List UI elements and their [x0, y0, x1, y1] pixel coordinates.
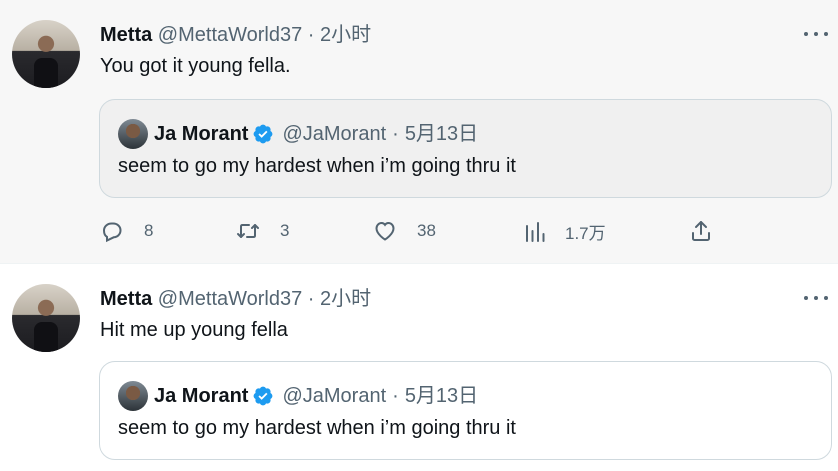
more-options-icon[interactable]: [804, 24, 828, 44]
share-icon: [692, 221, 710, 241]
separator: ·: [307, 288, 315, 310]
quoted-tweet-text: seem to go my hardest when i’m going thr…: [118, 417, 516, 439]
like-button[interactable]: 38: [373, 219, 436, 243]
separator: ·: [392, 123, 399, 145]
reply-button[interactable]: 8: [100, 219, 153, 243]
quoted-avatar: [118, 119, 148, 149]
retweet-button[interactable]: 3: [236, 219, 289, 243]
verified-badge-icon: [254, 124, 273, 144]
more-options-icon[interactable]: [804, 288, 828, 308]
tweet-text: Hit me up young fella: [100, 319, 288, 341]
tweet-header: Metta @MettaWorld37 · 2小时: [100, 286, 371, 312]
verified-badge-icon: [254, 386, 273, 406]
quoted-tweet-header: Ja Morant @JaMorant · 5月13日: [118, 119, 478, 149]
analytics-icon: [526, 221, 545, 242]
like-count: 38: [417, 221, 436, 240]
tweet-text: You got it young fella.: [100, 55, 291, 77]
separator: ·: [392, 385, 399, 407]
tweet-actions: 8 3 38 1.7万: [100, 219, 820, 245]
retweet-count: 3: [280, 221, 290, 240]
quoted-author-handle: @JaMorant: [282, 123, 387, 145]
author-name[interactable]: Metta: [100, 24, 152, 46]
reply-icon: [102, 222, 122, 243]
quoted-tweet[interactable]: Ja Morant @JaMorant · 5月13日 seem to go m…: [99, 361, 832, 460]
avatar[interactable]: [12, 284, 80, 352]
author-name[interactable]: Metta: [100, 288, 152, 310]
retweet-icon: [237, 224, 259, 238]
tweet[interactable]: Metta @MettaWorld37 · 2小时 You got it you…: [0, 0, 838, 264]
quoted-tweet[interactable]: Ja Morant @JaMorant · 5月13日 seem to go m…: [99, 99, 832, 198]
quoted-tweet-text: seem to go my hardest when i’m going thr…: [118, 155, 516, 177]
avatar[interactable]: [12, 20, 80, 88]
quoted-author-handle: @JaMorant: [282, 385, 387, 407]
heart-icon: [375, 221, 395, 241]
quoted-date: 5月13日: [404, 123, 479, 145]
share-button[interactable]: [689, 219, 713, 243]
quoted-author-name: Ja Morant: [154, 385, 249, 407]
author-handle[interactable]: @MettaWorld37: [158, 288, 302, 310]
quoted-author-name: Ja Morant: [154, 123, 249, 145]
author-handle[interactable]: @MettaWorld37: [158, 24, 302, 46]
views-button[interactable]: 1.7万: [523, 219, 606, 244]
timestamp[interactable]: 2小时: [320, 24, 371, 46]
timestamp[interactable]: 2小时: [320, 288, 371, 310]
quoted-date: 5月13日: [404, 385, 479, 407]
tweet[interactable]: Metta @MettaWorld37 · 2小时 Hit me up youn…: [0, 264, 838, 471]
tweet-header: Metta @MettaWorld37 · 2小时: [100, 22, 371, 48]
view-count: 1.7万: [565, 224, 606, 243]
quoted-avatar: [118, 381, 148, 411]
reply-count: 8: [144, 221, 154, 240]
separator: ·: [307, 24, 315, 46]
quoted-tweet-header: Ja Morant @JaMorant · 5月13日: [118, 381, 478, 411]
